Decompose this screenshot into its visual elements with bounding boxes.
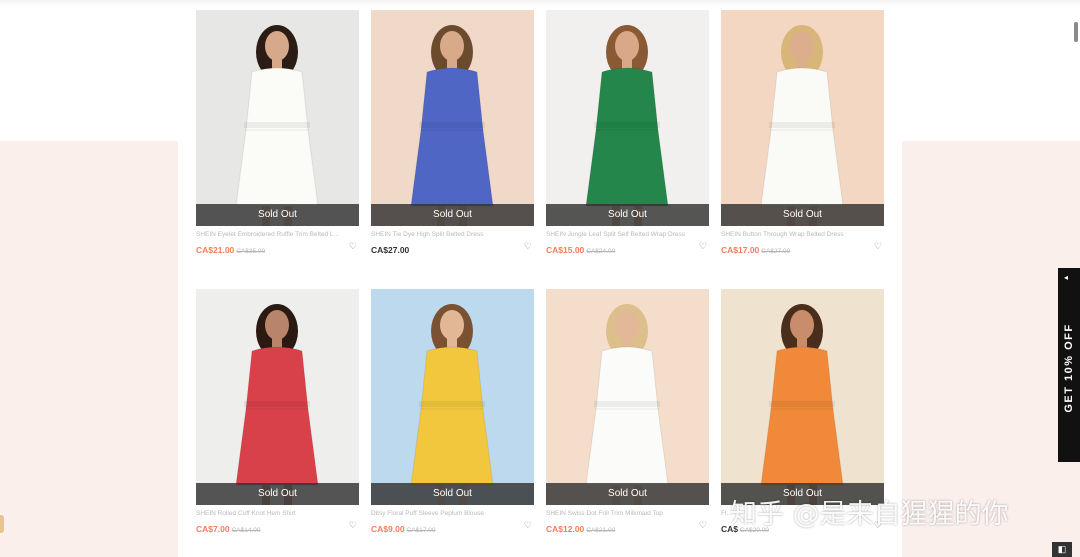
sold-out-banner: Sold Out bbox=[196, 483, 359, 505]
price-row: CA$12.00 CA$21.00 ♡ bbox=[546, 519, 709, 534]
model-photo-placeholder bbox=[546, 289, 709, 505]
product-image[interactable]: Sold Out bbox=[196, 289, 359, 505]
product-price: CA$12.00 bbox=[546, 524, 585, 534]
wishlist-heart-icon[interactable]: ♡ bbox=[699, 241, 707, 252]
original-price: CA$35.00 bbox=[236, 248, 266, 255]
product-price: CA$17.00 bbox=[721, 245, 760, 255]
product-price: CA$15.00 bbox=[546, 245, 585, 255]
model-photo-placeholder bbox=[371, 289, 534, 505]
sold-out-banner: Sold Out bbox=[371, 204, 534, 226]
product-price: CA$21.00 bbox=[196, 245, 235, 255]
model-photo-placeholder bbox=[371, 10, 534, 226]
promo-text: GET 10% OFF bbox=[1063, 323, 1075, 413]
original-price: CA$21.00 bbox=[586, 527, 616, 534]
price-row: CA$15.00 CA$24.00 ♡ bbox=[546, 240, 709, 255]
price-row: CA$21.00 CA$35.00 ♡ bbox=[196, 240, 359, 255]
product-card[interactable]: Sold Out SHEIN Button Through Wrap Belted… bbox=[721, 10, 884, 255]
sold-out-banner: Sold Out bbox=[721, 204, 884, 226]
price-row: CA$9.00 CA$17.00 ♡ bbox=[371, 519, 534, 534]
model-photo-placeholder bbox=[721, 10, 884, 226]
scrollbar-thumb[interactable] bbox=[1074, 22, 1078, 42]
product-image[interactable]: Sold Out bbox=[371, 289, 534, 505]
product-name[interactable]: SHEIN Swiss Dot Frill Trim Milkmaid Top bbox=[546, 510, 696, 517]
product-name[interactable]: SHEIN Jungle Leaf Split Self Belted Wrap… bbox=[546, 231, 696, 238]
product-card[interactable]: Sold Out SHEIN Swiss Dot Frill Trim Milkm… bbox=[546, 289, 709, 534]
watermark: 知乎 @是来自猩猩的你 bbox=[730, 499, 1009, 530]
product-card[interactable]: Sold Out SHEIN Rolled Cuff Knot Hem Shirt… bbox=[196, 289, 359, 534]
product-card[interactable]: Sold Out SHEIN Tie Dye High Split Belted … bbox=[371, 10, 534, 255]
promo-tab[interactable]: ◂ GET 10% OFF bbox=[1058, 268, 1080, 462]
product-price: CA$27.00 bbox=[371, 245, 410, 255]
left-background-panel bbox=[0, 141, 178, 557]
price-row: CA$17.00 CA$27.00 ♡ bbox=[721, 240, 884, 255]
side-edge-tab[interactable] bbox=[0, 515, 4, 533]
sold-out-banner: Sold Out bbox=[371, 483, 534, 505]
original-price: CA$27.00 bbox=[761, 248, 791, 255]
sold-out-banner: Sold Out bbox=[196, 204, 359, 226]
sold-out-banner: Sold Out bbox=[546, 483, 709, 505]
original-price: CA$14.00 bbox=[231, 527, 261, 534]
model-photo-placeholder bbox=[546, 10, 709, 226]
model-photo-placeholder bbox=[196, 10, 359, 226]
original-price: CA$17.00 bbox=[406, 527, 436, 534]
product-image[interactable]: Sold Out bbox=[196, 10, 359, 226]
header-divider bbox=[0, 0, 1080, 6]
model-photo-placeholder bbox=[196, 289, 359, 505]
sold-out-banner: Sold Out bbox=[546, 204, 709, 226]
product-card[interactable]: Sold Out SHEIN Jungle Leaf Split Self Bel… bbox=[546, 10, 709, 255]
price-row: CA$7.00 CA$14.00 ♡ bbox=[196, 519, 359, 534]
product-price: CA$7.00 bbox=[196, 524, 230, 534]
product-name[interactable]: SHEIN Rolled Cuff Knot Hem Shirt bbox=[196, 510, 346, 517]
product-price: CA$9.00 bbox=[371, 524, 405, 534]
model-photo-placeholder bbox=[721, 289, 884, 505]
product-card[interactable]: Sold Out SHEIN Eyelet Embroidered Ruffle … bbox=[196, 10, 359, 255]
product-name[interactable]: SHEIN Eyelet Embroidered Ruffle Trim Bel… bbox=[196, 231, 346, 238]
corner-icon: ◧ bbox=[1057, 544, 1067, 554]
product-name[interactable]: SHEIN Tie Dye High Split Belted Dress bbox=[371, 231, 521, 238]
price-row: CA$27.00 ♡ bbox=[371, 240, 534, 255]
original-price: CA$24.00 bbox=[586, 248, 616, 255]
wishlist-heart-icon[interactable]: ♡ bbox=[699, 520, 707, 531]
product-grid: Sold Out SHEIN Eyelet Embroidered Ruffle … bbox=[196, 10, 884, 557]
product-image[interactable]: Sold Out bbox=[546, 289, 709, 505]
product-image[interactable]: Sold Out bbox=[371, 10, 534, 226]
product-card[interactable]: Sold Out Ditsy Floral Puff Sleeve Peplum … bbox=[371, 289, 534, 534]
wishlist-heart-icon[interactable]: ♡ bbox=[349, 520, 357, 531]
product-image[interactable]: Sold Out bbox=[721, 289, 884, 505]
corner-button[interactable]: ◧ bbox=[1052, 542, 1072, 557]
wishlist-heart-icon[interactable]: ♡ bbox=[524, 520, 532, 531]
wishlist-heart-icon[interactable]: ♡ bbox=[874, 241, 882, 252]
collapse-arrow-icon[interactable]: ◂ bbox=[1064, 273, 1068, 282]
wishlist-heart-icon[interactable]: ♡ bbox=[524, 241, 532, 252]
product-name[interactable]: SHEIN Button Through Wrap Belted Dress bbox=[721, 231, 871, 238]
product-image[interactable]: Sold Out bbox=[721, 10, 884, 226]
wishlist-heart-icon[interactable]: ♡ bbox=[349, 241, 357, 252]
product-name[interactable]: Ditsy Floral Puff Sleeve Peplum Blouse bbox=[371, 510, 521, 517]
product-image[interactable]: Sold Out bbox=[546, 10, 709, 226]
